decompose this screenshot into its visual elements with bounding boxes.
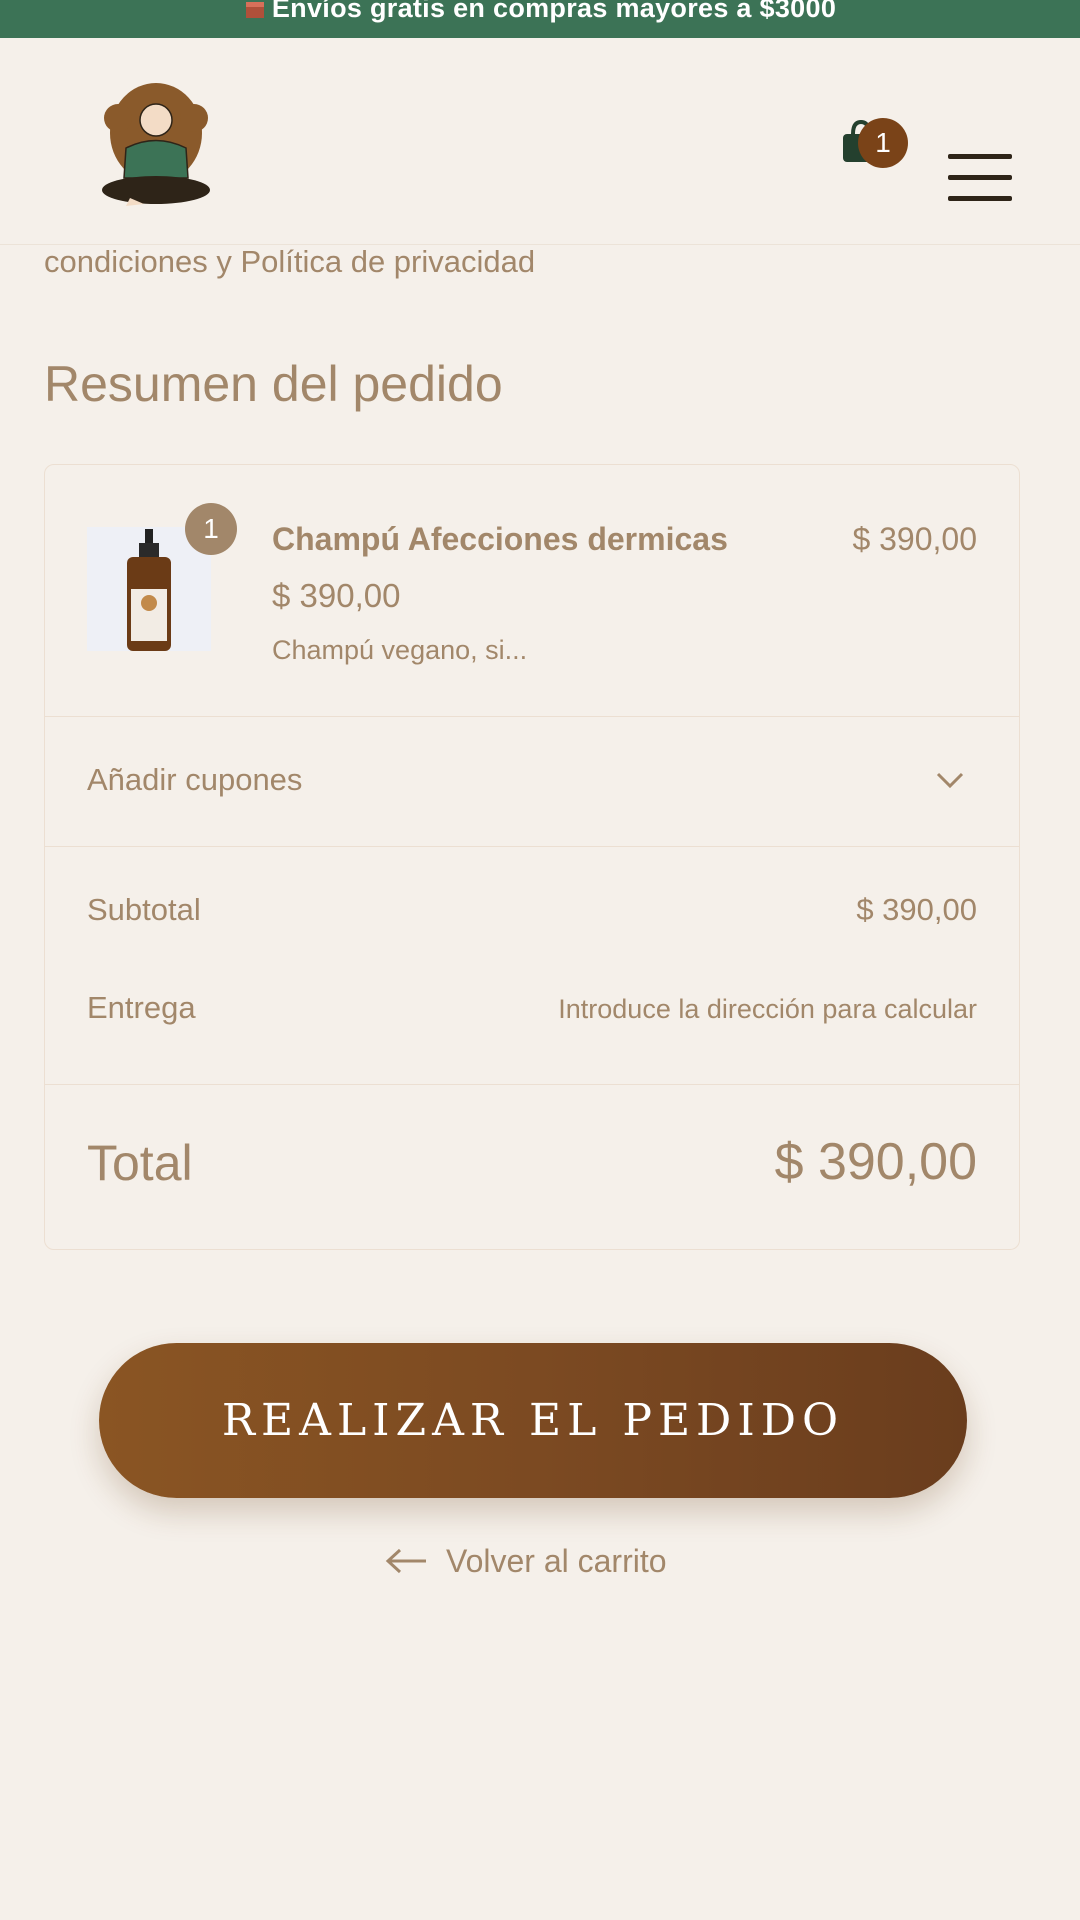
item-quantity-badge: 1 [185, 503, 237, 555]
delivery-label: Entrega [87, 990, 196, 1025]
subtotal-label: Subtotal [87, 892, 201, 927]
item-description: Champú vegano, si... [272, 635, 528, 665]
arrow-left-icon [385, 1548, 426, 1574]
order-summary-title: Resumen del pedido [44, 356, 503, 412]
total-value: $ 390,00 [774, 1133, 977, 1191]
announcement-text: Envíos gratis en compras mayores a $3000 [271, 0, 837, 23]
cart-count-badge: 1 [858, 118, 908, 168]
item-name: Champú Afecciones dermicas [272, 521, 728, 557]
back-to-cart-link[interactable]: Volver al carrito [384, 1538, 667, 1584]
item-line-total: $ 390,00 [852, 521, 977, 557]
place-order-button[interactable]: REALIZAR EL PEDIDO [99, 1343, 967, 1498]
totals-section: Subtotal $ 390,00 Entrega Introduce la d… [45, 846, 1019, 1085]
back-to-cart-label: Volver al carrito [446, 1542, 667, 1579]
terms-text: condiciones y Política de privacidad [44, 244, 536, 279]
announcement-bar: Envíos gratis en compras mayores a $3000 [0, 0, 1080, 38]
logo-illustration[interactable] [96, 78, 216, 210]
coupons-label: Añadir cupones [87, 762, 303, 797]
site-header: 1 [0, 38, 1080, 245]
grand-total-row: Total $ 390,00 [45, 1084, 1019, 1250]
subtotal-value: $ 390,00 [856, 892, 977, 927]
add-coupons-toggle[interactable]: Añadir cupones [45, 716, 1019, 847]
cart-item: 1 Champú Afecciones dermicas $ 390,00 $ … [45, 465, 1019, 717]
chevron-down-icon [936, 772, 964, 789]
package-icon [245, 1, 264, 18]
menu-icon[interactable] [948, 154, 1012, 202]
item-unit-price: $ 390,00 [272, 577, 401, 614]
delivery-value: Introduce la dirección para calcular [558, 994, 977, 1024]
order-summary-card: 1 Champú Afecciones dermicas $ 390,00 $ … [44, 464, 1020, 1250]
total-label: Total [87, 1135, 193, 1191]
